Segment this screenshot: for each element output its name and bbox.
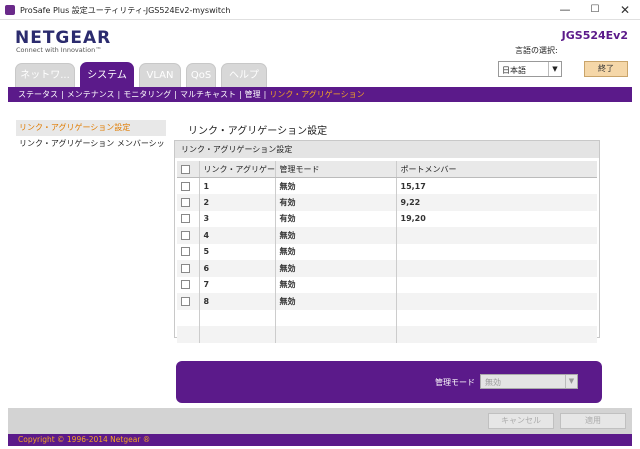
lag-members: 15,17 (400, 181, 426, 191)
table-row[interactable]: 3 有効 19,20 (177, 210, 597, 227)
lag-id: 6 (199, 260, 276, 277)
tab-network[interactable]: ネットワ... (15, 63, 75, 87)
chevron-down-icon: ▼ (565, 375, 577, 388)
lag-id: 3 (199, 210, 276, 227)
window-titlebar: ProSafe Plus 設定ユーティリティ-JGS524Ev2-myswitc… (0, 0, 640, 20)
leftnav-lag-membership-label: リンク・アグリゲーション メンバーシッ (19, 139, 165, 148)
page-title: リンク・アグリゲーション設定 (188, 126, 328, 137)
lag-members: 19,20 (400, 214, 426, 224)
leftnav-lag-settings[interactable]: リンク・アグリゲーション設定 (16, 120, 166, 136)
lag-mode: 有効 (275, 210, 397, 227)
select-all-cell[interactable] (177, 161, 200, 178)
table-row[interactable]: 4 無効 (177, 227, 597, 244)
subnav-separator: | (238, 90, 242, 99)
subnav-separator: | (117, 90, 121, 99)
table-row[interactable]: 6 無効 (177, 260, 597, 277)
admin-mode-panel: 管理モード 無効 ▼ (176, 361, 602, 403)
lag-id: 1 (199, 177, 276, 194)
admin-mode-label: 管理モード (435, 378, 475, 387)
column-header-admin-mode: 管理モード (275, 161, 397, 178)
panel-title: リンク・アグリゲーション設定 (175, 141, 599, 158)
row-checkbox[interactable] (181, 263, 190, 273)
lag-mode: 無効 (275, 243, 397, 260)
model-name: JGS524Ev2 (561, 29, 628, 42)
logout-button[interactable]: 終了 (584, 61, 628, 77)
lag-id: 4 (199, 227, 276, 244)
maximize-button[interactable]: ☐ (580, 0, 610, 20)
language-value: 日本語 (502, 66, 526, 75)
lag-table-panel: リンク・アグリゲーション設定 リンク・アグリゲーシ 管理モード ポートメンバー … (174, 140, 600, 343)
subnav-status[interactable]: ステータス (18, 90, 58, 99)
lag-members (396, 227, 597, 244)
leftnav-lag-settings-label: リンク・アグリゲーション設定 (19, 123, 131, 132)
lag-id: 8 (199, 293, 276, 310)
table-row[interactable]: 5 無効 (177, 243, 597, 261)
tab-qos[interactable]: QoS (186, 63, 216, 87)
subnav-separator: | (174, 90, 177, 99)
lag-id: 5 (199, 243, 276, 260)
row-checkbox[interactable] (181, 247, 190, 257)
language-label: 言語の選択: (515, 46, 558, 55)
lag-members (396, 293, 597, 310)
lag-mode: 無効 (275, 177, 397, 194)
table-row[interactable]: 2 有効 9,22 (177, 194, 597, 211)
table-row-empty (177, 309, 597, 326)
row-checkbox[interactable] (181, 296, 190, 306)
column-header-lag: リンク・アグリゲーシ (199, 161, 276, 178)
subnav-multicast[interactable]: マルチキャスト (180, 90, 236, 99)
lag-mode: 無効 (275, 227, 397, 244)
select-all-checkbox[interactable] (181, 164, 190, 174)
subnav-management[interactable]: 管理 (245, 90, 261, 99)
tab-system[interactable]: システム (80, 62, 134, 88)
row-checkbox[interactable] (181, 214, 190, 224)
lag-members (396, 260, 597, 277)
subnav-separator: | (61, 90, 64, 99)
tab-vlan[interactable]: VLAN (139, 63, 181, 87)
row-checkbox[interactable] (181, 280, 190, 290)
lag-mode: 無効 (275, 276, 397, 293)
minimize-button[interactable]: — (550, 0, 580, 20)
cancel-button[interactable]: キャンセル (488, 413, 554, 429)
leftnav-lag-membership[interactable]: リンク・アグリゲーション メンバーシッ (16, 136, 166, 152)
lag-members: 9,22 (396, 194, 597, 211)
lag-id: 2 (199, 194, 276, 211)
chevron-down-icon: ▼ (548, 62, 561, 76)
netgear-logo: NETGEAR (15, 28, 112, 48)
lag-id: 7 (199, 276, 276, 293)
logo-tagline: Connect with Innovation™ (16, 46, 102, 54)
table-row[interactable]: 8 無効 (177, 293, 597, 310)
lag-mode: 無効 (275, 260, 397, 277)
table-row-empty (177, 326, 597, 343)
lag-members (396, 277, 597, 294)
language-select[interactable]: 日本語 ▼ (498, 61, 562, 77)
table-row[interactable]: 1 無効 15,17 (177, 177, 597, 194)
table-header-row: リンク・アグリゲーシ 管理モード ポートメンバー (177, 161, 597, 178)
subnav-link-aggregation[interactable]: リンク・アグリゲーション (269, 90, 364, 99)
table-row[interactable]: 7 無効 (177, 276, 597, 294)
subnav-monitoring[interactable]: モニタリング (123, 90, 171, 99)
sub-navigation: ステータス | メンテナンス | モニタリング | マルチキャスト | 管理 | リンク・アグリゲー… (8, 87, 632, 102)
copyright-text: Copyright © 1996-2014 Netgear ® (18, 435, 151, 444)
window-title: ProSafe Plus 設定ユーティリティ-JGS524Ev2-myswitc… (20, 6, 231, 15)
column-header-port-members: ポートメンバー (396, 161, 597, 178)
tab-help[interactable]: ヘルプ (221, 63, 267, 87)
lag-mode: 無効 (275, 293, 397, 310)
app-icon (5, 5, 15, 15)
lag-table: リンク・アグリゲーシ 管理モード ポートメンバー 1 無効 15,17 2 有効… (177, 161, 597, 343)
row-checkbox[interactable] (181, 181, 190, 191)
lag-mode: 有効 (275, 194, 397, 211)
admin-mode-value: 無効 (485, 378, 501, 387)
apply-button[interactable]: 適用 (560, 413, 626, 429)
subnav-separator: | (263, 90, 267, 99)
admin-mode-select[interactable]: 無効 ▼ (480, 374, 578, 389)
lag-members (396, 244, 597, 261)
left-navigation: リンク・アグリゲーション設定 リンク・アグリゲーション メンバーシッ (16, 120, 166, 152)
subnav-maintenance[interactable]: メンテナンス (67, 90, 115, 99)
close-button[interactable]: ✕ (610, 0, 640, 20)
row-checkbox[interactable] (181, 197, 190, 207)
row-checkbox[interactable] (181, 230, 190, 240)
